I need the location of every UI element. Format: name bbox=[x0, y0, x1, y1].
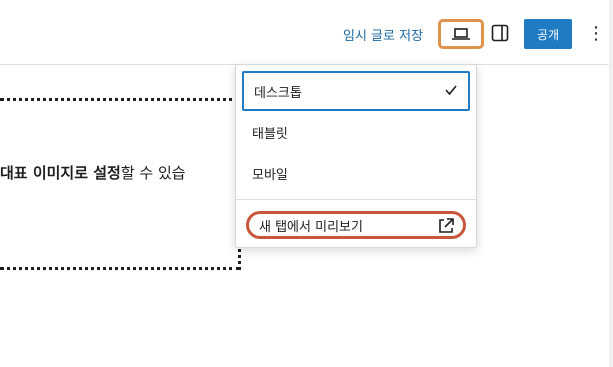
settings-toggle-button[interactable] bbox=[489, 21, 511, 45]
preview-option-label: 데스크톱 bbox=[254, 85, 302, 101]
check-icon bbox=[445, 85, 457, 96]
preview-in-new-tab-label: 새 탭에서 미리보기 bbox=[259, 219, 363, 235]
scrollbar[interactable] bbox=[609, 0, 613, 367]
menu-divider bbox=[236, 199, 476, 200]
more-vertical-icon: ⋮ bbox=[587, 22, 605, 44]
more-options-button[interactable]: ⋮ bbox=[587, 21, 605, 45]
preview-dropdown-menu: 데스크톱 태블릿 모바일 새 탭에서 미리보기 bbox=[235, 64, 477, 248]
content-bold-text: 대표 이미지로 설정 bbox=[0, 164, 121, 182]
publish-button[interactable]: 공개 bbox=[524, 19, 572, 49]
preview-option-label: 태블릿 bbox=[252, 126, 288, 142]
preview-button[interactable] bbox=[438, 19, 484, 49]
selection-border-bottom bbox=[0, 267, 240, 270]
save-draft-button[interactable]: 임시 글로 저장 bbox=[343, 25, 423, 44]
sidebar-toggle-icon bbox=[491, 24, 509, 42]
content-text: 할 수 있습 bbox=[120, 164, 186, 182]
preview-option-mobile[interactable]: 모바일 bbox=[242, 153, 470, 193]
content-paragraph: 대표 이미지로 설정할 수 있습 bbox=[0, 162, 186, 183]
external-link-icon bbox=[439, 218, 454, 233]
selection-border-top bbox=[0, 98, 240, 101]
preview-option-desktop[interactable]: 데스크톱 bbox=[242, 71, 470, 111]
preview-in-new-tab-button[interactable]: 새 탭에서 미리보기 bbox=[246, 211, 466, 239]
laptop-icon bbox=[452, 28, 470, 40]
preview-option-tablet[interactable]: 태블릿 bbox=[242, 112, 470, 152]
preview-option-label: 모바일 bbox=[252, 167, 288, 183]
editor-header: 임시 글로 저장 공개 ⋮ bbox=[0, 0, 613, 65]
